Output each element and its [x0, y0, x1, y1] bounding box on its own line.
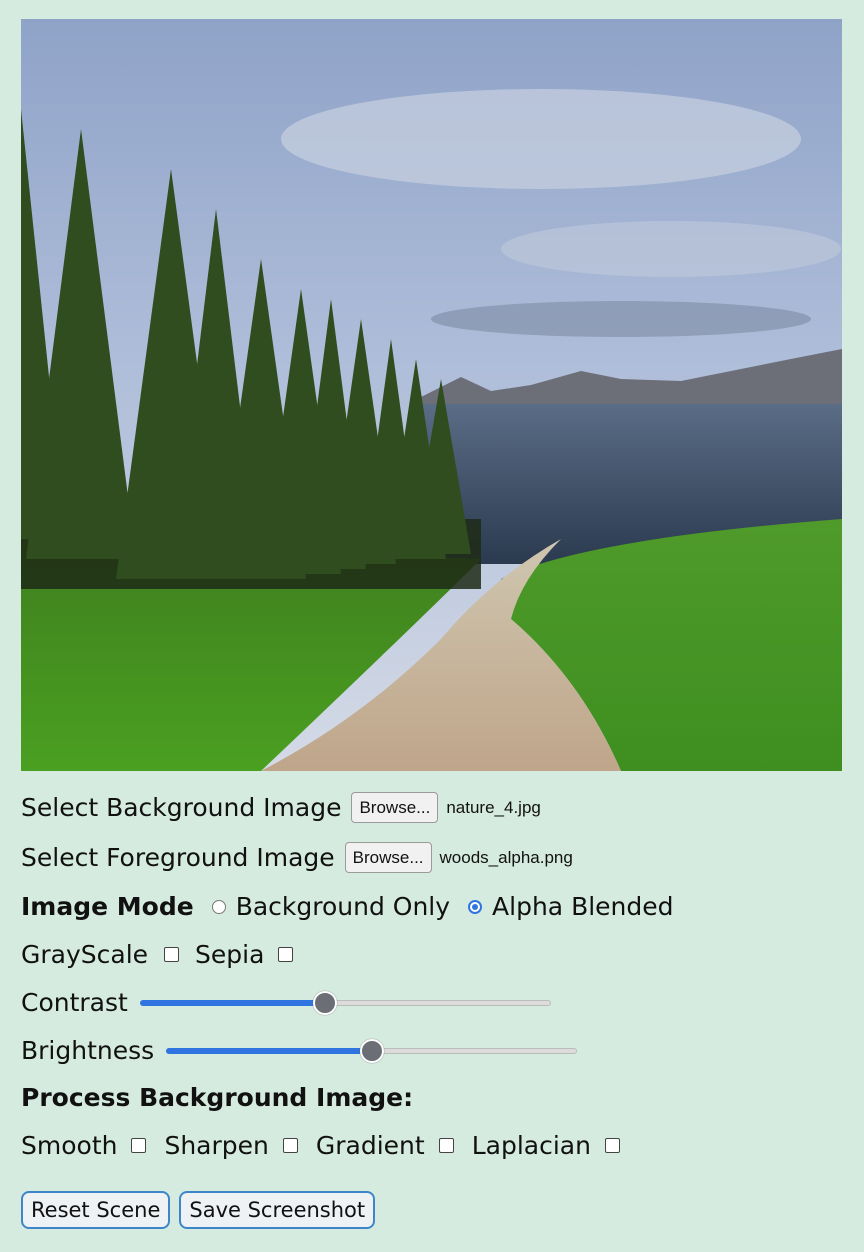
- image-mode-label: Image Mode: [21, 892, 194, 921]
- grayscale-checkbox[interactable]: [164, 947, 180, 962]
- contrast-slider-fill: [139, 999, 325, 1006]
- background-image-label: Select Background Image: [21, 793, 342, 822]
- sharpen-checkbox[interactable]: [282, 1138, 298, 1153]
- action-buttons: Reset Scene Save Screenshot: [21, 1191, 384, 1229]
- brightness-row: Brightness: [21, 1036, 578, 1065]
- smooth-checkbox[interactable]: [131, 1138, 147, 1153]
- background-image-row: Select Background Image Browse... nature…: [21, 792, 541, 823]
- process-options-row: Smooth Sharpen Gradient Laplacian: [21, 1131, 638, 1160]
- background-browse-button[interactable]: Browse...: [351, 792, 439, 823]
- brightness-slider-thumb[interactable]: [359, 1038, 384, 1063]
- laplacian-label: Laplacian: [471, 1131, 591, 1160]
- foreground-file-name: woods_alpha.png: [439, 847, 573, 867]
- brightness-slider[interactable]: [166, 1038, 578, 1063]
- foreground-image-row: Select Foreground Image Browse... woods_…: [21, 842, 573, 873]
- scene-canvas: [21, 19, 842, 771]
- alpha-blended-label: Alpha Blended: [492, 892, 674, 921]
- save-screenshot-button[interactable]: Save Screenshot: [179, 1191, 376, 1229]
- grayscale-label: GrayScale: [21, 940, 149, 969]
- alpha-blended-radio[interactable]: [468, 899, 483, 914]
- sharpen-label: Sharpen: [164, 1131, 269, 1160]
- background-file-name: nature_4.jpg: [446, 797, 541, 817]
- sepia-checkbox[interactable]: [278, 947, 294, 962]
- contrast-slider-thumb[interactable]: [312, 990, 337, 1015]
- foreground-image-label: Select Foreground Image: [21, 843, 335, 872]
- contrast-row: Contrast: [21, 988, 551, 1017]
- brightness-label: Brightness: [21, 1036, 155, 1065]
- gradient-label: Gradient: [315, 1131, 425, 1160]
- foreground-browse-button[interactable]: Browse...: [344, 842, 432, 873]
- image-mode-row: Image Mode Background Only Alpha Blended: [21, 892, 674, 921]
- scene-image: [21, 19, 842, 771]
- process-heading: Process Background Image:: [21, 1083, 414, 1112]
- brightness-slider-fill: [166, 1047, 372, 1054]
- contrast-slider[interactable]: [139, 990, 551, 1015]
- gradient-checkbox[interactable]: [438, 1138, 454, 1153]
- reset-scene-button[interactable]: Reset Scene: [21, 1191, 171, 1229]
- color-filter-row: GrayScale Sepia: [21, 940, 311, 969]
- background-only-radio[interactable]: [211, 899, 226, 914]
- sepia-label: Sepia: [195, 940, 265, 969]
- contrast-label: Contrast: [21, 988, 128, 1017]
- smooth-label: Smooth: [21, 1131, 118, 1160]
- background-only-label: Background Only: [235, 892, 451, 921]
- laplacian-checkbox[interactable]: [604, 1138, 620, 1153]
